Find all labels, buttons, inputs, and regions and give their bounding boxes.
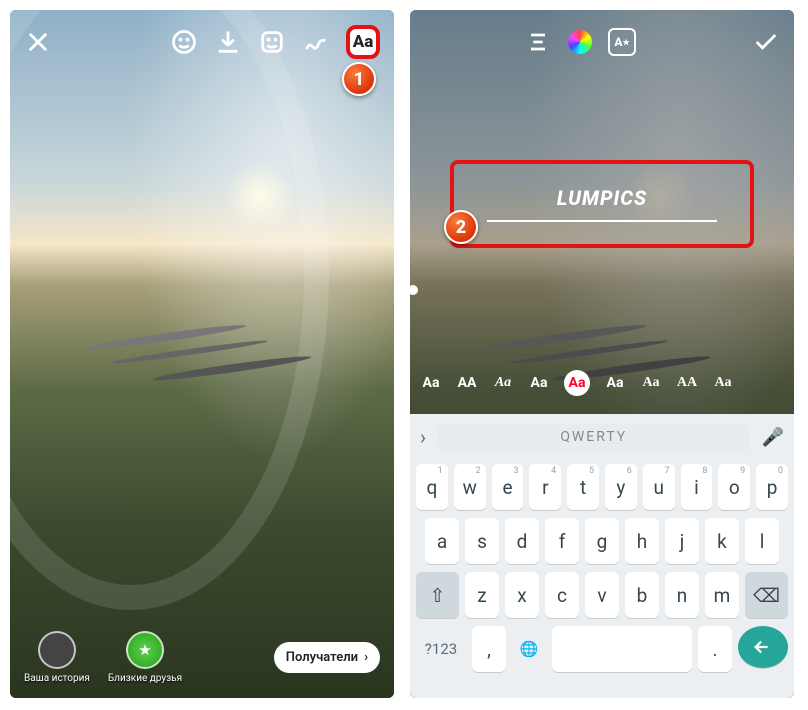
lens-flare — [10, 10, 329, 610]
soft-keyboard: › QWERTY 🎤 q1w2e3r4t5y6u7i8o9p0 asdfghjk… — [410, 414, 794, 698]
font-option[interactable]: Aa — [604, 375, 626, 391]
key-m[interactable]: m — [705, 572, 739, 618]
draw-icon[interactable] — [302, 28, 330, 56]
face-sticker-icon[interactable] — [170, 28, 198, 56]
key-f[interactable]: f — [545, 518, 579, 564]
key-w[interactable]: w2 — [454, 464, 486, 510]
text-tool-label: Aa — [353, 32, 374, 52]
share-bar: Ваша история Близкие друзья Получатели › — [10, 631, 394, 684]
chevron-right-icon[interactable]: › — [420, 425, 426, 449]
key-n[interactable]: n — [665, 572, 699, 618]
sticker-icon[interactable] — [258, 28, 286, 56]
step-badge-1: 1 — [342, 62, 376, 96]
your-story-button[interactable]: Ваша история — [24, 631, 90, 684]
key-c[interactable]: c — [545, 572, 579, 618]
comma-key[interactable]: , — [472, 626, 506, 672]
font-option[interactable]: Aa — [420, 375, 442, 391]
story-photo — [10, 10, 394, 698]
key-q[interactable]: q1 — [416, 464, 448, 510]
key-t[interactable]: t5 — [567, 464, 599, 510]
avatar — [38, 631, 76, 669]
key-row-1: q1w2e3r4t5y6u7i8o9p0 — [410, 460, 794, 514]
suggestion-bar: › QWERTY 🎤 — [410, 414, 794, 460]
key-o[interactable]: o9 — [718, 464, 750, 510]
key-g[interactable]: g — [585, 518, 619, 564]
key-j[interactable]: j — [665, 518, 699, 564]
close-friends-label: Близкие друзья — [108, 673, 182, 684]
key-p[interactable]: p0 — [756, 464, 788, 510]
key-y[interactable]: y6 — [605, 464, 637, 510]
key-v[interactable]: v — [585, 572, 619, 618]
recipients-button[interactable]: Получатели › — [274, 642, 380, 673]
typed-text: LUMPICS — [557, 186, 647, 210]
font-picker: Aa AA Aa Aa Aa Aa Aa AA Aa — [410, 368, 794, 398]
key-u[interactable]: u7 — [643, 464, 675, 510]
key-l[interactable]: l — [745, 518, 779, 564]
recipients-label: Получатели — [286, 650, 358, 665]
text-style-icon[interactable]: A★ — [608, 28, 636, 56]
period-key[interactable]: . — [698, 626, 732, 672]
key-z[interactable]: z — [465, 572, 499, 618]
done-checkmark-icon[interactable] — [752, 28, 780, 56]
backspace-key[interactable]: ⌫ — [745, 572, 788, 618]
key-k[interactable]: k — [705, 518, 739, 564]
text-tool-button[interactable]: Aa — [346, 25, 380, 59]
sun — [225, 161, 295, 231]
align-icon[interactable] — [524, 28, 552, 56]
star-icon — [126, 631, 164, 669]
key-row-2: asdfghjkl — [410, 514, 794, 568]
key-row-bottom: ?123 , 🌐 . — [410, 622, 794, 676]
suggestion-pill[interactable]: QWERTY — [438, 423, 750, 451]
key-r[interactable]: r4 — [529, 464, 561, 510]
font-option[interactable]: AA — [676, 375, 698, 391]
font-option[interactable]: Aa — [492, 375, 514, 391]
mic-icon[interactable]: 🎤 — [762, 427, 784, 448]
editor-toolbar: Aa — [10, 20, 394, 64]
story-text-input[interactable]: LUMPICS — [450, 160, 754, 248]
font-option[interactable]: Aa — [712, 375, 734, 391]
story-editor-screen: Aa 1 Ваша история Близкие друзья Получат… — [10, 10, 394, 698]
step-badge-2: 2 — [444, 210, 478, 244]
text-toolbar: A★ — [410, 20, 794, 64]
key-e[interactable]: e3 — [492, 464, 524, 510]
your-story-label: Ваша история — [24, 673, 90, 684]
key-a[interactable]: a — [425, 518, 459, 564]
road — [487, 322, 647, 352]
font-option[interactable]: AA — [456, 375, 478, 391]
close-friends-button[interactable]: Близкие друзья — [108, 631, 182, 684]
color-wheel-icon[interactable] — [568, 30, 592, 54]
chevron-right-icon: › — [364, 650, 368, 665]
key-i[interactable]: i8 — [681, 464, 713, 510]
key-x[interactable]: x — [505, 572, 539, 618]
key-b[interactable]: b — [625, 572, 659, 618]
key-row-3: ⇧zxcvbnm⌫ — [410, 568, 794, 622]
download-icon[interactable] — [214, 28, 242, 56]
symbols-key[interactable]: ?123 — [416, 626, 466, 672]
font-option[interactable]: Aa — [640, 375, 662, 391]
key-d[interactable]: d — [505, 518, 539, 564]
font-option[interactable]: Aa — [528, 375, 550, 391]
key-h[interactable]: h — [625, 518, 659, 564]
close-icon[interactable] — [24, 28, 52, 56]
font-option[interactable]: Aa — [564, 370, 590, 396]
key-s[interactable]: s — [465, 518, 499, 564]
text-entry-screen: A★ LUMPICS 2 Aa AA Aa Aa Aa Aa Aa AA Aa › QWERTY… — [410, 10, 794, 698]
enter-key[interactable] — [738, 626, 788, 668]
space-key[interactable] — [552, 626, 692, 672]
text-cursor-underline — [487, 220, 718, 223]
shift-key[interactable]: ⇧ — [416, 572, 459, 618]
language-key[interactable]: 🌐 — [512, 626, 546, 672]
